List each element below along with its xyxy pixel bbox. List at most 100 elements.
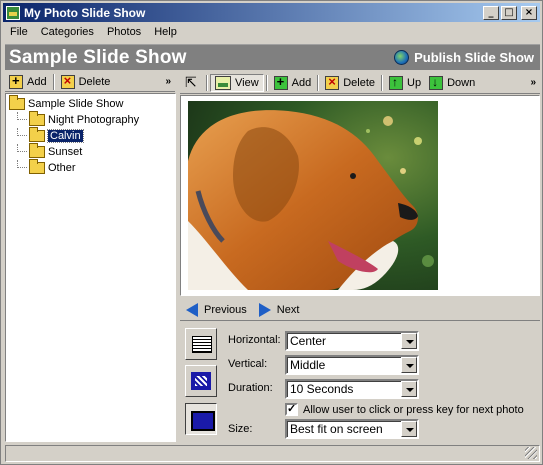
horizontal-select[interactable]: Center: [285, 331, 419, 351]
menu-photos[interactable]: Photos: [100, 26, 147, 38]
tree-item-label: Night Photography: [48, 114, 140, 126]
menu-file[interactable]: File: [3, 26, 34, 38]
duration-select[interactable]: 10 Seconds: [285, 379, 419, 399]
horizontal-label: Horizontal:: [228, 334, 281, 346]
previous-button[interactable]: Previous: [180, 302, 253, 317]
toolbar-overflow-icon[interactable]: »: [165, 76, 175, 87]
checkbox-checked-icon[interactable]: [285, 402, 298, 416]
move-up-button[interactable]: Up: [385, 74, 425, 92]
menu-help[interactable]: Help: [147, 26, 183, 38]
add-icon: [273, 74, 288, 90]
slideshow-title: Sample Slide Show: [9, 46, 187, 68]
window-title: My Photo Slide Show: [24, 5, 146, 20]
view-icon: [215, 75, 231, 90]
publish-button[interactable]: Publish Slide Show: [394, 50, 540, 65]
dog-photo: [188, 101, 438, 290]
photo-preview-pane: [180, 95, 540, 296]
app-icon: [6, 5, 20, 20]
caption-mode-button[interactable]: [185, 328, 217, 360]
down-label: Down: [447, 76, 476, 89]
tree-connector: [17, 112, 27, 120]
folder-icon: [9, 95, 25, 110]
add-label: Add: [291, 76, 312, 89]
toolbar-separator: [317, 74, 320, 91]
view-button[interactable]: View: [210, 73, 264, 92]
photo-toolbar: View Add Delete Up Down »: [180, 72, 540, 94]
toolbar-separator: [265, 74, 268, 91]
menu-categories[interactable]: Categories: [34, 26, 100, 38]
tree-item[interactable]: Night Photography: [9, 111, 172, 128]
title-bar[interactable]: My Photo Slide Show _ □ ×: [3, 3, 540, 22]
tree-connector: [17, 160, 27, 168]
slideshow-banner: Sample Slide Show Publish Slide Show: [5, 44, 540, 70]
vertical-label: Vertical:: [228, 358, 268, 370]
resize-grip-icon[interactable]: [525, 447, 537, 459]
chevron-down-icon[interactable]: [401, 421, 417, 437]
delete-category-button[interactable]: Delete: [57, 73, 115, 91]
arrow-down-icon: [429, 75, 444, 90]
globe-icon: [394, 50, 410, 65]
move-down-button[interactable]: Down: [425, 74, 479, 92]
category-tree: Sample Slide Show Night Photography Calv…: [5, 93, 176, 442]
arrow-right-icon: [258, 302, 271, 317]
vertical-select[interactable]: Middle: [285, 355, 419, 375]
toolbar-separator: [52, 73, 55, 90]
vertical-value: Middle: [290, 358, 326, 372]
status-bar: [5, 445, 540, 462]
arrow-up-icon: [389, 75, 404, 90]
app-window: My Photo Slide Show _ □ × File Categorie…: [0, 0, 543, 465]
chevron-down-icon[interactable]: [401, 381, 417, 397]
minimize-button[interactable]: _: [483, 5, 499, 20]
delete-icon: [60, 73, 75, 89]
previous-label: Previous: [204, 303, 247, 316]
add-label: Add: [27, 75, 47, 88]
add-photo-button[interactable]: Add: [270, 74, 316, 92]
select-tool-button[interactable]: [180, 74, 204, 92]
publish-label: Publish Slide Show: [414, 50, 534, 65]
photo-settings: Horizontal: Center Vertical: Middle Dura…: [180, 323, 540, 443]
add-icon: [9, 73, 23, 89]
chevron-down-icon[interactable]: [401, 357, 417, 373]
horizontal-value: Center: [290, 334, 327, 348]
tree-connector: [17, 144, 27, 152]
size-select[interactable]: Best fit on screen: [285, 419, 419, 439]
tree-item-selected[interactable]: Calvin: [9, 127, 172, 144]
folder-icon: [29, 143, 45, 158]
tree-root[interactable]: Sample Slide Show: [9, 95, 172, 112]
delete-photo-button[interactable]: Delete: [321, 74, 379, 92]
tree-item-label: Other: [48, 162, 76, 174]
toolbar-overflow-icon[interactable]: »: [530, 77, 540, 88]
folder-icon: [29, 127, 45, 142]
tree-item-label: Calvin: [47, 129, 84, 143]
close-button[interactable]: ×: [521, 5, 537, 20]
pointer-icon: [184, 74, 200, 91]
folder-icon: [29, 111, 45, 126]
transition-mode-button[interactable]: [185, 365, 217, 397]
add-category-button[interactable]: Add: [5, 73, 51, 91]
duration-value: 10 Seconds: [290, 382, 354, 396]
view-label: View: [235, 76, 259, 89]
tree-item[interactable]: Other: [9, 159, 172, 176]
menu-bar: File Categories Photos Help: [3, 23, 540, 41]
delete-label: Delete: [78, 75, 111, 88]
category-toolbar: Add Delete »: [5, 72, 175, 92]
toolbar-separator: [206, 74, 208, 91]
size-label: Size:: [228, 423, 253, 435]
tree-item[interactable]: Sunset: [9, 143, 172, 160]
display-mode-button[interactable]: [185, 403, 217, 435]
duration-label: Duration:: [228, 382, 273, 394]
maximize-button[interactable]: □: [501, 5, 517, 20]
tree-root-label: Sample Slide Show: [28, 98, 124, 110]
allow-click-label: Allow user to click or press key for nex…: [303, 403, 524, 416]
next-button[interactable]: Next: [253, 302, 306, 317]
size-value: Best fit on screen: [290, 422, 383, 436]
photo-nav-bar: Previous Next: [180, 299, 540, 321]
folder-icon: [29, 159, 45, 174]
tree-connector: [17, 128, 27, 136]
up-label: Up: [407, 76, 422, 89]
allow-click-checkbox[interactable]: Allow user to click or press key for nex…: [285, 402, 524, 416]
tree-item-label: Sunset: [48, 146, 83, 158]
photo-preview[interactable]: [188, 101, 438, 290]
chevron-down-icon[interactable]: [401, 333, 417, 349]
delete-icon: [325, 74, 340, 90]
